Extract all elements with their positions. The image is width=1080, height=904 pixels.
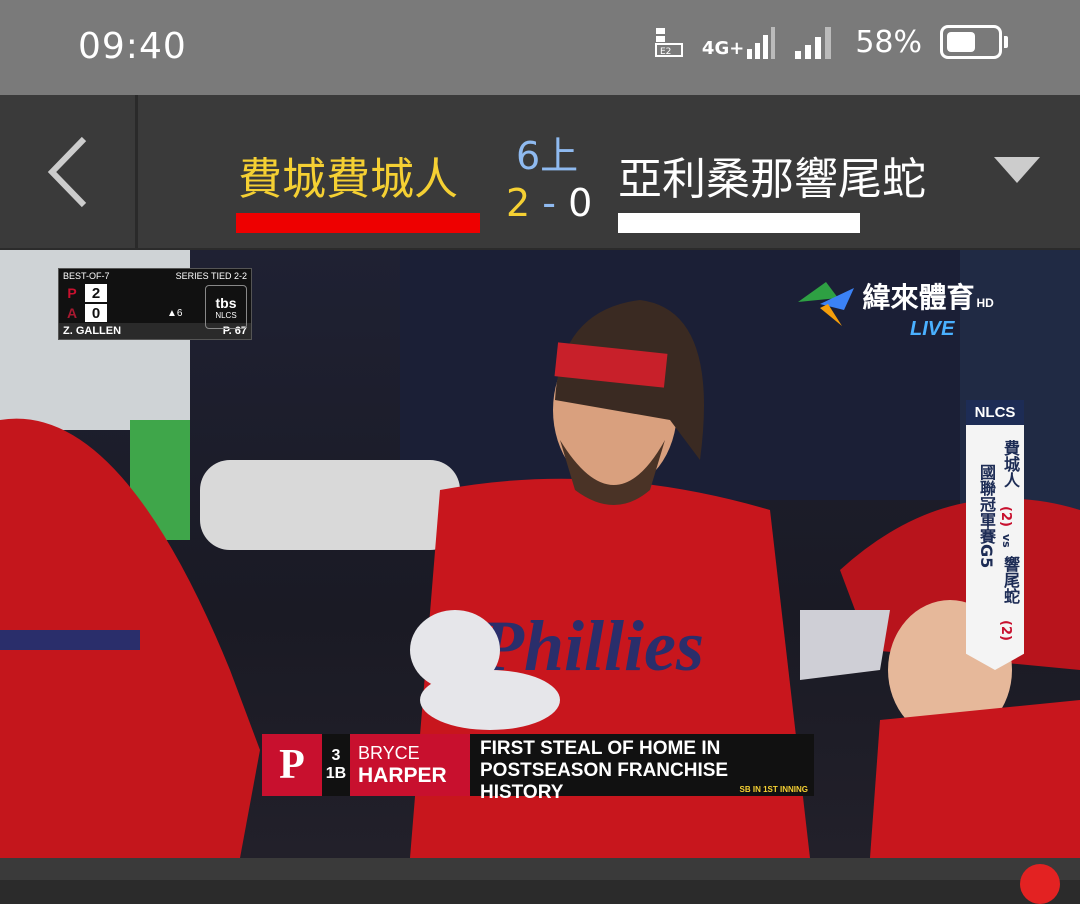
chevron-left-icon bbox=[47, 136, 86, 207]
player-number: 3 bbox=[331, 747, 341, 764]
highlight-line1: FIRST STEAL OF HOME IN bbox=[480, 738, 721, 759]
battery-percent: 58% bbox=[855, 24, 922, 60]
home-runs: 2 bbox=[85, 284, 107, 302]
dropdown-button[interactable] bbox=[994, 157, 1040, 189]
phillies-logo-icon: P bbox=[67, 285, 77, 301]
battery-icon bbox=[940, 25, 1008, 59]
score-separator: - bbox=[542, 181, 556, 225]
video-player[interactable]: Phillies BEST-OF-7 SERIES TIED 2-2 P 2 A… bbox=[0, 250, 1080, 858]
highlight-line2: POSTSEASON FRANCHISE HISTORY bbox=[480, 760, 729, 803]
broadcaster-logo: 緯來體育 HD LIVE bbox=[798, 276, 994, 340]
player-lower-third: P 3 1B BRYCE HARPER FIRST STEAL OF HOME … bbox=[262, 734, 814, 803]
player-position: 1B bbox=[325, 765, 347, 782]
player-first-name: BRYCE bbox=[358, 742, 420, 763]
player-number-block: 3 1B bbox=[322, 734, 350, 796]
inning-half: ▲6 bbox=[167, 307, 183, 319]
phillies-p-logo-icon: P bbox=[262, 734, 322, 796]
pitcher-name: Z. GALLEN bbox=[63, 325, 122, 337]
live-label: LIVE bbox=[910, 318, 955, 340]
away-score: 0 bbox=[568, 181, 593, 225]
floating-action-button[interactable] bbox=[1020, 864, 1060, 904]
back-button[interactable] bbox=[0, 95, 138, 248]
player-last-name: HARPER bbox=[358, 763, 447, 787]
nlcs-header: NLCS bbox=[966, 400, 1024, 425]
nlcs-vs: vs bbox=[1000, 534, 1013, 548]
nlcs-team2-wins: (2) bbox=[998, 620, 1013, 641]
broadcaster-emblem-icon bbox=[798, 281, 854, 326]
status-icons: E2 4G+ 58% bbox=[654, 24, 1008, 60]
network-type: 4G+ bbox=[701, 38, 745, 59]
diamondbacks-logo-icon: A bbox=[66, 305, 78, 321]
signal-4g-icon: 4G+ bbox=[702, 25, 777, 59]
away-team-color-bar bbox=[618, 213, 860, 233]
series-game-label: 國聯冠軍賽G5 bbox=[977, 464, 996, 569]
bottom-bar bbox=[0, 858, 1080, 880]
game-header: 費城費城人 6上 2 - 0 亞利桑那響尾蛇 bbox=[0, 95, 1080, 248]
nlcs-team2: 響尾蛇 bbox=[1001, 556, 1020, 604]
broadcaster-name: 緯來體育 bbox=[862, 282, 975, 313]
network-sub: NLCS bbox=[215, 310, 237, 320]
home-score: 2 bbox=[506, 181, 531, 225]
series-format: BEST-OF-7 bbox=[63, 271, 110, 281]
network-logo: tbs bbox=[215, 294, 237, 311]
scorebug: BEST-OF-7 SERIES TIED 2-2 P 2 A 0 ▲6 Z. … bbox=[58, 268, 252, 340]
status-bar: 09:40 E2 4G+ 58% bbox=[0, 0, 1080, 95]
highlight-subline: SB IN 1ST INNING bbox=[739, 785, 808, 794]
home-team-color-bar bbox=[236, 213, 480, 233]
nlcs-team1-wins: (2) bbox=[998, 506, 1013, 527]
nlcs-series-tag: NLCS 國聯冠軍賽G5 費城人 (2) vs 響尾蛇 (2) bbox=[966, 400, 1024, 670]
scorebug-header: BEST-OF-7 SERIES TIED 2-2 bbox=[59, 269, 251, 283]
series-status: SERIES TIED 2-2 bbox=[175, 271, 247, 281]
status-time: 09:40 bbox=[78, 26, 187, 67]
caret-down-icon bbox=[994, 157, 1040, 183]
svg-text:E2: E2 bbox=[660, 47, 671, 57]
highlight-text: FIRST STEAL OF HOME IN POSTSEASON FRANCH… bbox=[470, 734, 814, 803]
player-name-block: BRYCE HARPER bbox=[350, 734, 470, 796]
nlcs-team1: 費城人 bbox=[1001, 440, 1020, 488]
home-team-name[interactable]: 費城費城人 bbox=[238, 143, 458, 207]
away-team-name[interactable]: 亞利桑那響尾蛇 bbox=[618, 143, 942, 207]
away-runs: 0 bbox=[85, 304, 107, 322]
signal-bars-1-icon bbox=[747, 27, 776, 59]
signal-bars-2-icon bbox=[795, 27, 832, 59]
inning-indicator: 6上 bbox=[516, 134, 579, 178]
sim-icon: E2 bbox=[654, 28, 683, 57]
tbs-logo-icon: tbs NLCS bbox=[205, 285, 247, 329]
score-display: 2 - 0 bbox=[506, 181, 592, 225]
hd-label: HD bbox=[976, 296, 994, 310]
